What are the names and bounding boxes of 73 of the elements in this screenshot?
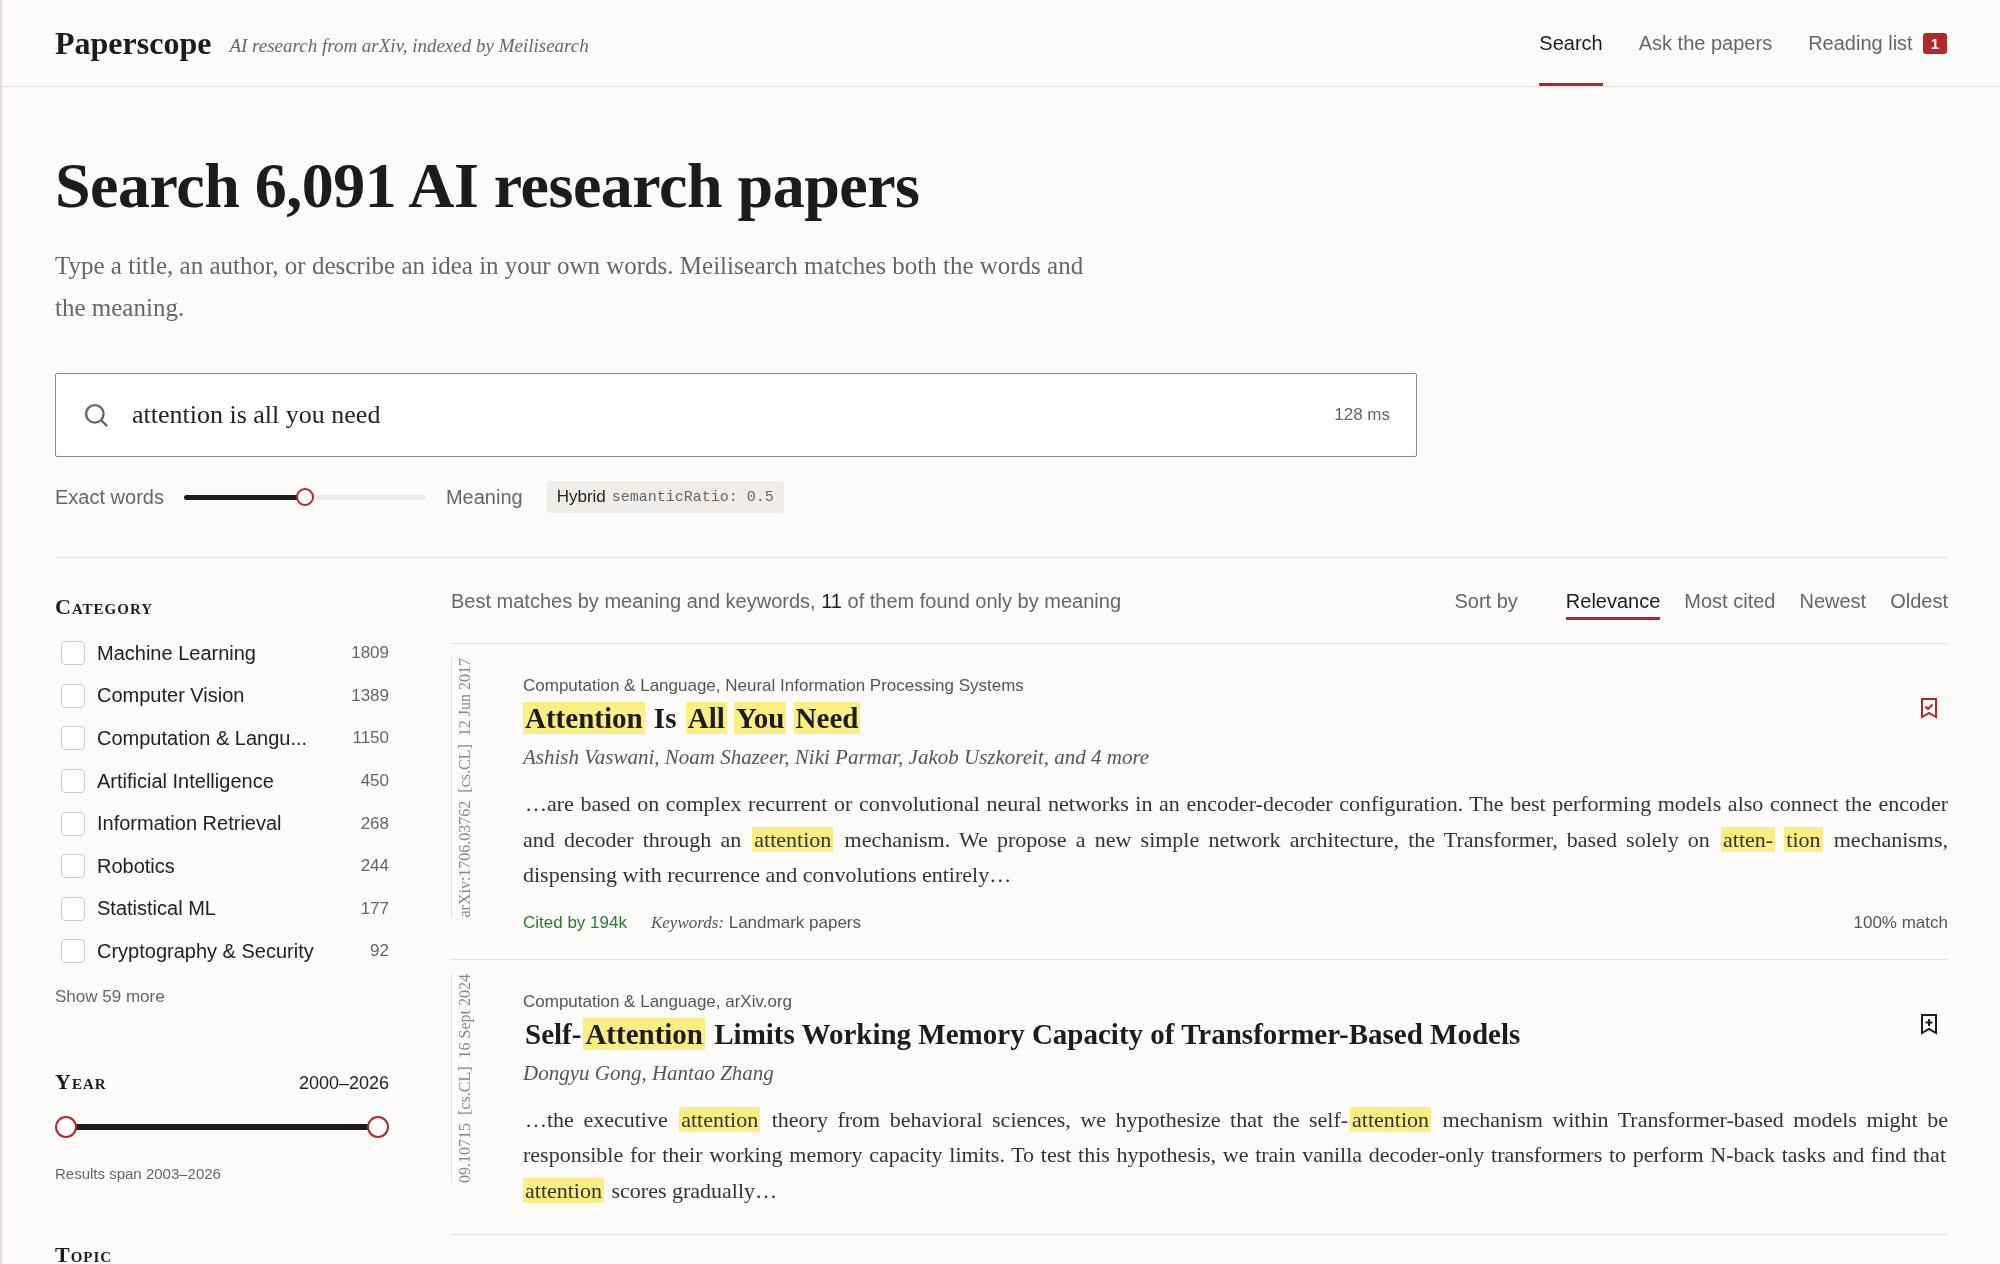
nav-tab[interactable]: Search xyxy=(1539,0,1603,86)
filter-heading: Topic xyxy=(55,1241,114,1264)
citation-count: Cited by 194k xyxy=(523,912,627,933)
category-count: 177 xyxy=(360,898,389,919)
nav-tab[interactable]: Reading list 1 xyxy=(1808,0,1947,86)
ratio-code: semanticRatio: 0.5 xyxy=(611,488,774,506)
filter-heading: Year xyxy=(55,1068,107,1095)
year-note: Results span 2003–2026 xyxy=(55,1164,222,1182)
page-subtitle: Type a title, an author, or describe an idea in your own words. Meilisearch matches both the words and the meaning. xyxy=(55,251,1085,323)
slider-thumb[interactable] xyxy=(55,1115,77,1138)
slider-label: Meaning xyxy=(445,485,523,509)
paper-abstract: …are based on complex recurrent or convolutional neural networks in an encoder-decoder configuration. The best performing models also connect the encoder and decoder through an attention mechanism. We propose a new simple network architecture, the Transformer, based solely on atten- tion mechanisms, dispensing with recurrence and convolutions entirely… xyxy=(523,790,1948,889)
year-range: 2000–2026 xyxy=(298,1072,389,1094)
slider-thumb[interactable] xyxy=(295,488,314,506)
sort-label: Sort by xyxy=(1454,590,1518,613)
year-slider[interactable] xyxy=(55,1114,389,1139)
paper-venue: Computation & Language, Neural Information Processing Systems xyxy=(523,676,1025,696)
bookmark-button[interactable] xyxy=(1920,698,1938,719)
search-icon xyxy=(82,401,110,429)
checkbox[interactable] xyxy=(61,769,85,794)
checkbox[interactable] xyxy=(61,683,85,708)
search-timing: 128 ms xyxy=(1334,405,1390,425)
category-count: 450 xyxy=(360,771,389,792)
checkbox[interactable] xyxy=(61,854,85,879)
sort-tab[interactable]: Relevance xyxy=(1565,590,1661,620)
checkbox[interactable] xyxy=(61,641,85,666)
category-count: 1809 xyxy=(351,643,389,664)
checkbox[interactable] xyxy=(61,726,85,751)
sort-tab[interactable]: Oldest xyxy=(1890,590,1948,620)
tagline: AI research from arXiv, indexed by Meilisearch xyxy=(229,35,589,57)
category-label[interactable]: Robotics xyxy=(97,854,175,878)
paper-authors: Dongyu Gong, Hantao Zhang xyxy=(523,1060,775,1086)
arxiv-id: 09.10715 [cs.CL] 16 Sept 2024 xyxy=(451,973,485,1183)
slider-label: Exact words xyxy=(55,485,164,509)
checkbox[interactable] xyxy=(61,896,85,921)
category-label[interactable]: Cryptography & Security xyxy=(97,939,314,963)
category-count: 1389 xyxy=(351,685,389,706)
category-count: 244 xyxy=(360,856,389,877)
paper-title[interactable]: Self-Attention Limits Working Memory Capacity of Transformer-Based Models xyxy=(523,1017,1948,1051)
category-label[interactable]: Artificial Intelligence xyxy=(97,769,274,793)
category-label[interactable]: Information Retrieval xyxy=(97,812,282,836)
paper-authors: Ashish Vaswani, Noam Shazeer, Niki Parmar, Jakob Uszkoreit, and 4 more xyxy=(523,745,1151,770)
match-score: 100% match xyxy=(1853,912,1948,933)
paper-title[interactable]: Attention Is All You Need xyxy=(523,702,1948,735)
nav-tab[interactable]: Ask the papers xyxy=(1638,0,1773,86)
category-label[interactable]: Computer Vision xyxy=(97,684,245,708)
checkbox[interactable] xyxy=(61,811,85,836)
sort-tab[interactable]: Newest xyxy=(1799,590,1867,620)
checkbox[interactable] xyxy=(61,939,85,964)
bookmark-button[interactable] xyxy=(1920,1013,1938,1035)
paper-venue: Computation & Language, arXiv.org xyxy=(523,991,794,1012)
arxiv-id: arXiv:1706.03762 [cs.CL] 12 Jun 2017 xyxy=(451,658,485,918)
category-label[interactable]: Statistical ML xyxy=(97,897,216,921)
bookmark-icon xyxy=(1920,1013,1938,1035)
page-title: Search 6,091 AI research papers xyxy=(55,149,921,223)
paper-abstract: …the executive attention theory from behavioral sciences, we hypothesize that the self- attention mechanism within Transformer-based models might be responsible for their working memory capacity limits. To test this hypothesis, we train vanilla decoder-only transformers to perform N-back tasks and find that attention scores gradually… xyxy=(523,1105,1948,1205)
filter-heading: Category xyxy=(55,594,155,620)
sort-tab[interactable]: Most cited xyxy=(1684,590,1776,620)
category-count: 268 xyxy=(360,813,389,834)
count-badge: 1 xyxy=(1922,32,1947,54)
category-label[interactable]: Computation & Langu... xyxy=(97,727,308,750)
logo[interactable]: Paperscope xyxy=(55,24,212,62)
category-count: 1150 xyxy=(352,728,389,749)
search-box[interactable]: attention is all you need 128 ms xyxy=(55,373,1417,457)
mode-name: Hybrid xyxy=(556,487,606,507)
category-label[interactable]: Machine Learning xyxy=(97,641,256,665)
show-more-link[interactable]: Show 59 more xyxy=(55,986,165,1007)
results-summary: Best matches by meaning and keywords, 11 of them found only by meaning xyxy=(451,590,1121,613)
slider-thumb[interactable] xyxy=(367,1115,389,1138)
category-count: 92 xyxy=(370,941,389,962)
bookmark-icon xyxy=(1920,698,1938,719)
search-field[interactable]: attention is all you need xyxy=(130,399,1335,431)
paper-keywords: Keywords: Landmark papers xyxy=(650,912,861,933)
